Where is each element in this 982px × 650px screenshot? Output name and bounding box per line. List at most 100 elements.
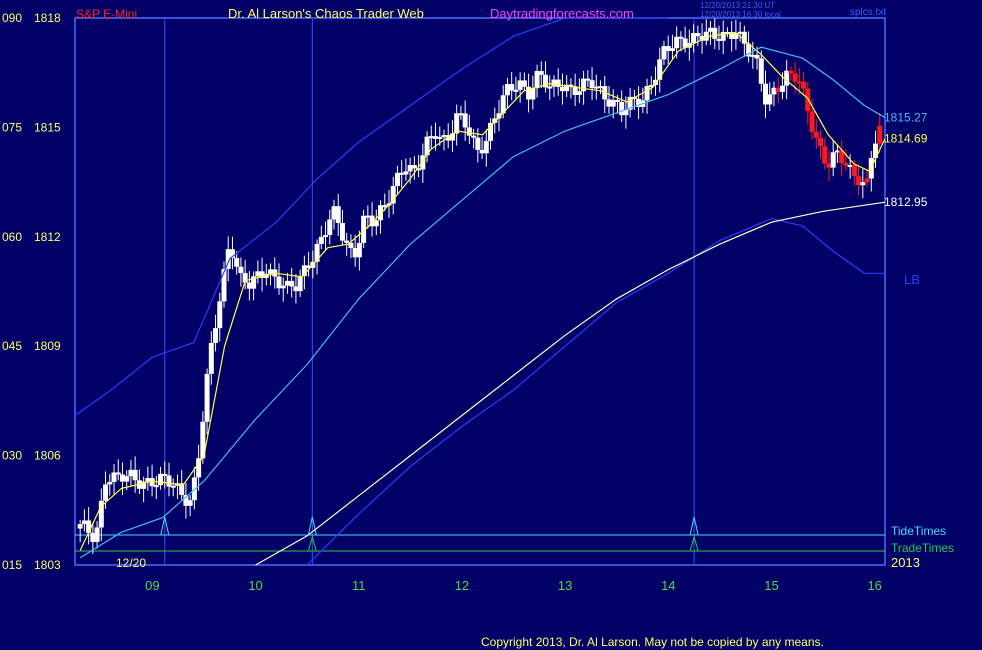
value-label-ma-cyan: 1815.27 — [884, 111, 928, 125]
chart: 090 1818 075 1815 060 1812 045 1809 030 1806 015 18… — [0, 0, 982, 650]
y-tick-left: 090 — [2, 11, 22, 25]
candle-body — [356, 242, 362, 258]
candle-body — [221, 268, 227, 302]
candle-body — [669, 48, 675, 51]
y-tick-left: 075 — [2, 120, 22, 134]
file-name: splcs.txt — [850, 7, 886, 18]
candle-body — [94, 527, 100, 542]
candle-body — [132, 469, 138, 481]
candle-body — [238, 266, 244, 274]
candle-body — [280, 285, 286, 289]
x-tick-label: 11 — [352, 578, 366, 593]
candle-body — [614, 99, 620, 102]
candle-body — [703, 31, 709, 41]
candle-body — [792, 73, 798, 82]
site-title: Daytradingforecasts.com — [490, 6, 634, 21]
tide-times-label: TideTimes — [891, 524, 946, 538]
candle-body — [411, 164, 417, 169]
y-tick-left: 045 — [2, 339, 22, 353]
candle-body — [805, 88, 811, 112]
value-label-ma-slow: 1812.95 — [884, 195, 928, 209]
symbol-title: S&P E-Mini — [76, 7, 137, 21]
candle-body — [166, 475, 172, 487]
x-tick-label: 12 — [455, 578, 469, 593]
candle-body — [483, 140, 489, 154]
y-tick-left: 060 — [2, 230, 22, 244]
candle-body — [217, 301, 223, 329]
candle-body — [475, 137, 481, 150]
candle-body — [373, 220, 379, 227]
candle-body — [213, 328, 219, 343]
candle-body — [124, 476, 130, 482]
candle-body — [462, 113, 468, 128]
candle-body — [758, 58, 764, 84]
candle-body — [344, 240, 350, 243]
trade-times-label: TradeTimes — [891, 541, 954, 555]
x-tick-label: 14 — [661, 578, 675, 593]
stamp-ut: 12/20/2013 21:30 UT — [700, 1, 775, 10]
candle-body — [437, 136, 443, 139]
candle-body — [877, 125, 883, 144]
candle-body — [576, 91, 582, 95]
copyright: Copyright 2013, Dr. Al Larson. May not b… — [481, 635, 824, 649]
y-tick-right: 1815 — [34, 120, 61, 134]
candle-body — [170, 485, 176, 488]
candle-body — [323, 235, 329, 238]
candle-body — [509, 84, 515, 91]
candle-body — [830, 152, 836, 168]
y-tick-left: 030 — [2, 449, 22, 463]
candle-body — [767, 94, 773, 105]
candle-body — [471, 135, 477, 138]
candle-body — [77, 524, 83, 529]
x-tick-label: 13 — [558, 578, 572, 593]
candle-body — [153, 485, 159, 488]
lb-label: LB — [904, 272, 920, 287]
candle-body — [115, 472, 121, 475]
y-tick-right: 1812 — [34, 230, 61, 244]
x-tick-label: 15 — [764, 578, 778, 593]
value-label-ma-fast: 1814.69 — [884, 132, 928, 146]
candle-body — [644, 86, 650, 101]
candle-body — [107, 481, 113, 485]
candle-body — [851, 165, 857, 177]
candle-body — [327, 219, 333, 236]
y-tick-right: 1818 — [34, 11, 61, 25]
candle-body — [86, 520, 92, 533]
candle-body — [187, 500, 193, 506]
app-title: Dr. Al Larson's Chaos Trader Web — [228, 6, 424, 21]
candle-body — [521, 80, 527, 87]
candle-body — [547, 86, 553, 89]
candle-body — [234, 258, 240, 267]
y-tick-right: 1809 — [34, 339, 61, 353]
candle-body — [779, 85, 785, 92]
candle-body — [695, 32, 701, 37]
candle-body — [513, 89, 519, 92]
candle-body — [289, 280, 295, 287]
candle-body — [103, 484, 109, 501]
stamp-local: 12/20/2013 16:30 local — [700, 10, 781, 19]
candle-body — [538, 71, 544, 75]
x-tick-label: 16 — [867, 578, 881, 593]
candle-body — [860, 182, 866, 186]
candle-body — [555, 79, 561, 87]
x-tick-label: 09 — [145, 578, 159, 593]
candle-body — [466, 127, 472, 136]
candle-body — [801, 81, 807, 89]
year-label: 2013 — [891, 555, 920, 570]
candle-body — [318, 236, 324, 244]
candle-body — [864, 178, 870, 183]
candle-body — [208, 342, 214, 374]
date-marker: 12/20 — [116, 556, 146, 570]
candle-body — [809, 111, 815, 132]
candle-body — [818, 137, 824, 147]
candle-body — [788, 70, 794, 74]
x-tick-label: 10 — [248, 578, 262, 593]
candle-body — [754, 54, 760, 59]
candle-body — [339, 223, 345, 241]
y-tick-right: 1803 — [34, 558, 61, 572]
candle-body — [335, 206, 341, 224]
candle-body — [403, 171, 409, 175]
chart-background — [0, 0, 982, 650]
candle-body — [822, 146, 828, 164]
candle-body — [712, 27, 718, 39]
